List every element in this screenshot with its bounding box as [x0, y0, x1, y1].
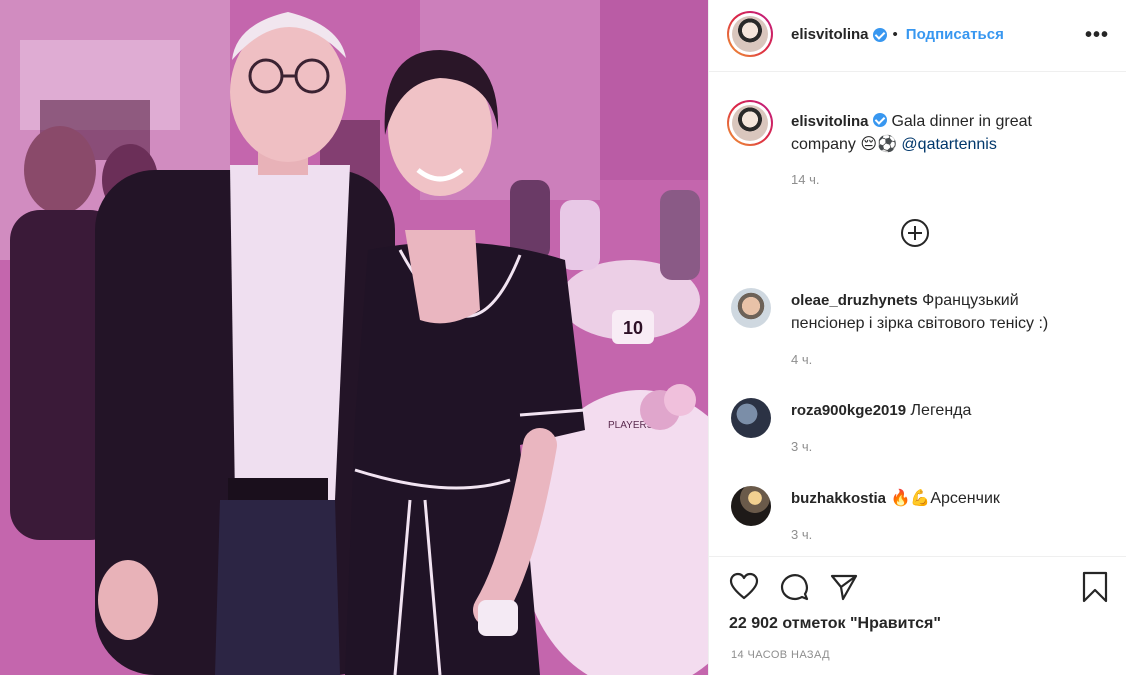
table-number-label: 10: [623, 318, 643, 338]
post-header: elisvitolina • Подписаться •••: [709, 0, 1126, 72]
separator-dot: •: [892, 26, 898, 43]
comment-username[interactable]: oleae_druzhynets: [791, 292, 918, 309]
share-icon[interactable]: [829, 572, 859, 602]
comment-time[interactable]: 4 ч.: [791, 352, 812, 367]
comment-username[interactable]: roza900kge2019: [791, 402, 906, 419]
commenter-avatar[interactable]: [731, 486, 771, 526]
bookmark-icon[interactable]: [1081, 571, 1109, 603]
author-avatar[interactable]: [727, 11, 773, 57]
caption-author-avatar[interactable]: [727, 100, 773, 146]
comment: buzhakkostia 🔥💪Арсенчик: [791, 487, 1091, 510]
comment-time[interactable]: 3 ч.: [791, 527, 812, 542]
author-username[interactable]: elisvitolina: [791, 26, 869, 43]
comments-section: elisvitolina Gala dinner in great compan…: [709, 72, 1126, 556]
verified-badge-icon: [872, 113, 887, 127]
comment: oleae_druzhynets Французький пенсіонер і…: [791, 289, 1091, 335]
post-photo[interactable]: 10 PLAYERS: [0, 0, 708, 675]
heart-icon[interactable]: [729, 572, 759, 602]
post-side-panel: elisvitolina • Подписаться ••• elisvitol…: [708, 0, 1126, 675]
photo-illustration: 10 PLAYERS: [0, 0, 708, 675]
comment-text: Легенда: [910, 402, 972, 419]
caption-mention[interactable]: @qatartennis: [901, 136, 996, 153]
comment-time[interactable]: 3 ч.: [791, 439, 812, 454]
likes-count[interactable]: 22 902 отметок "Нравится": [729, 615, 941, 633]
commenter-avatar[interactable]: [731, 398, 771, 438]
post-actions: 22 902 отметок "Нравится" 14 ЧАСОВ НАЗАД: [709, 556, 1126, 675]
caption-time[interactable]: 14 ч.: [791, 172, 819, 187]
commenter-avatar[interactable]: [731, 288, 771, 328]
comment-text: 🔥💪Арсенчик: [890, 490, 1000, 507]
verified-badge-icon: [872, 27, 887, 42]
follow-button[interactable]: Подписаться: [906, 26, 1004, 43]
caption-username[interactable]: elisvitolina: [791, 113, 869, 130]
author-info: elisvitolina • Подписаться: [791, 26, 1004, 43]
caption: elisvitolina Gala dinner in great compan…: [791, 110, 1091, 156]
comment: roza900kge2019 Легенда: [791, 399, 1091, 422]
post-timestamp[interactable]: 14 ЧАСОВ НАЗАД: [731, 649, 830, 661]
comment-username[interactable]: buzhakkostia: [791, 490, 886, 507]
more-options-icon[interactable]: •••: [1085, 24, 1109, 47]
comment-icon[interactable]: [779, 572, 809, 602]
load-more-comments-icon[interactable]: [901, 219, 929, 247]
